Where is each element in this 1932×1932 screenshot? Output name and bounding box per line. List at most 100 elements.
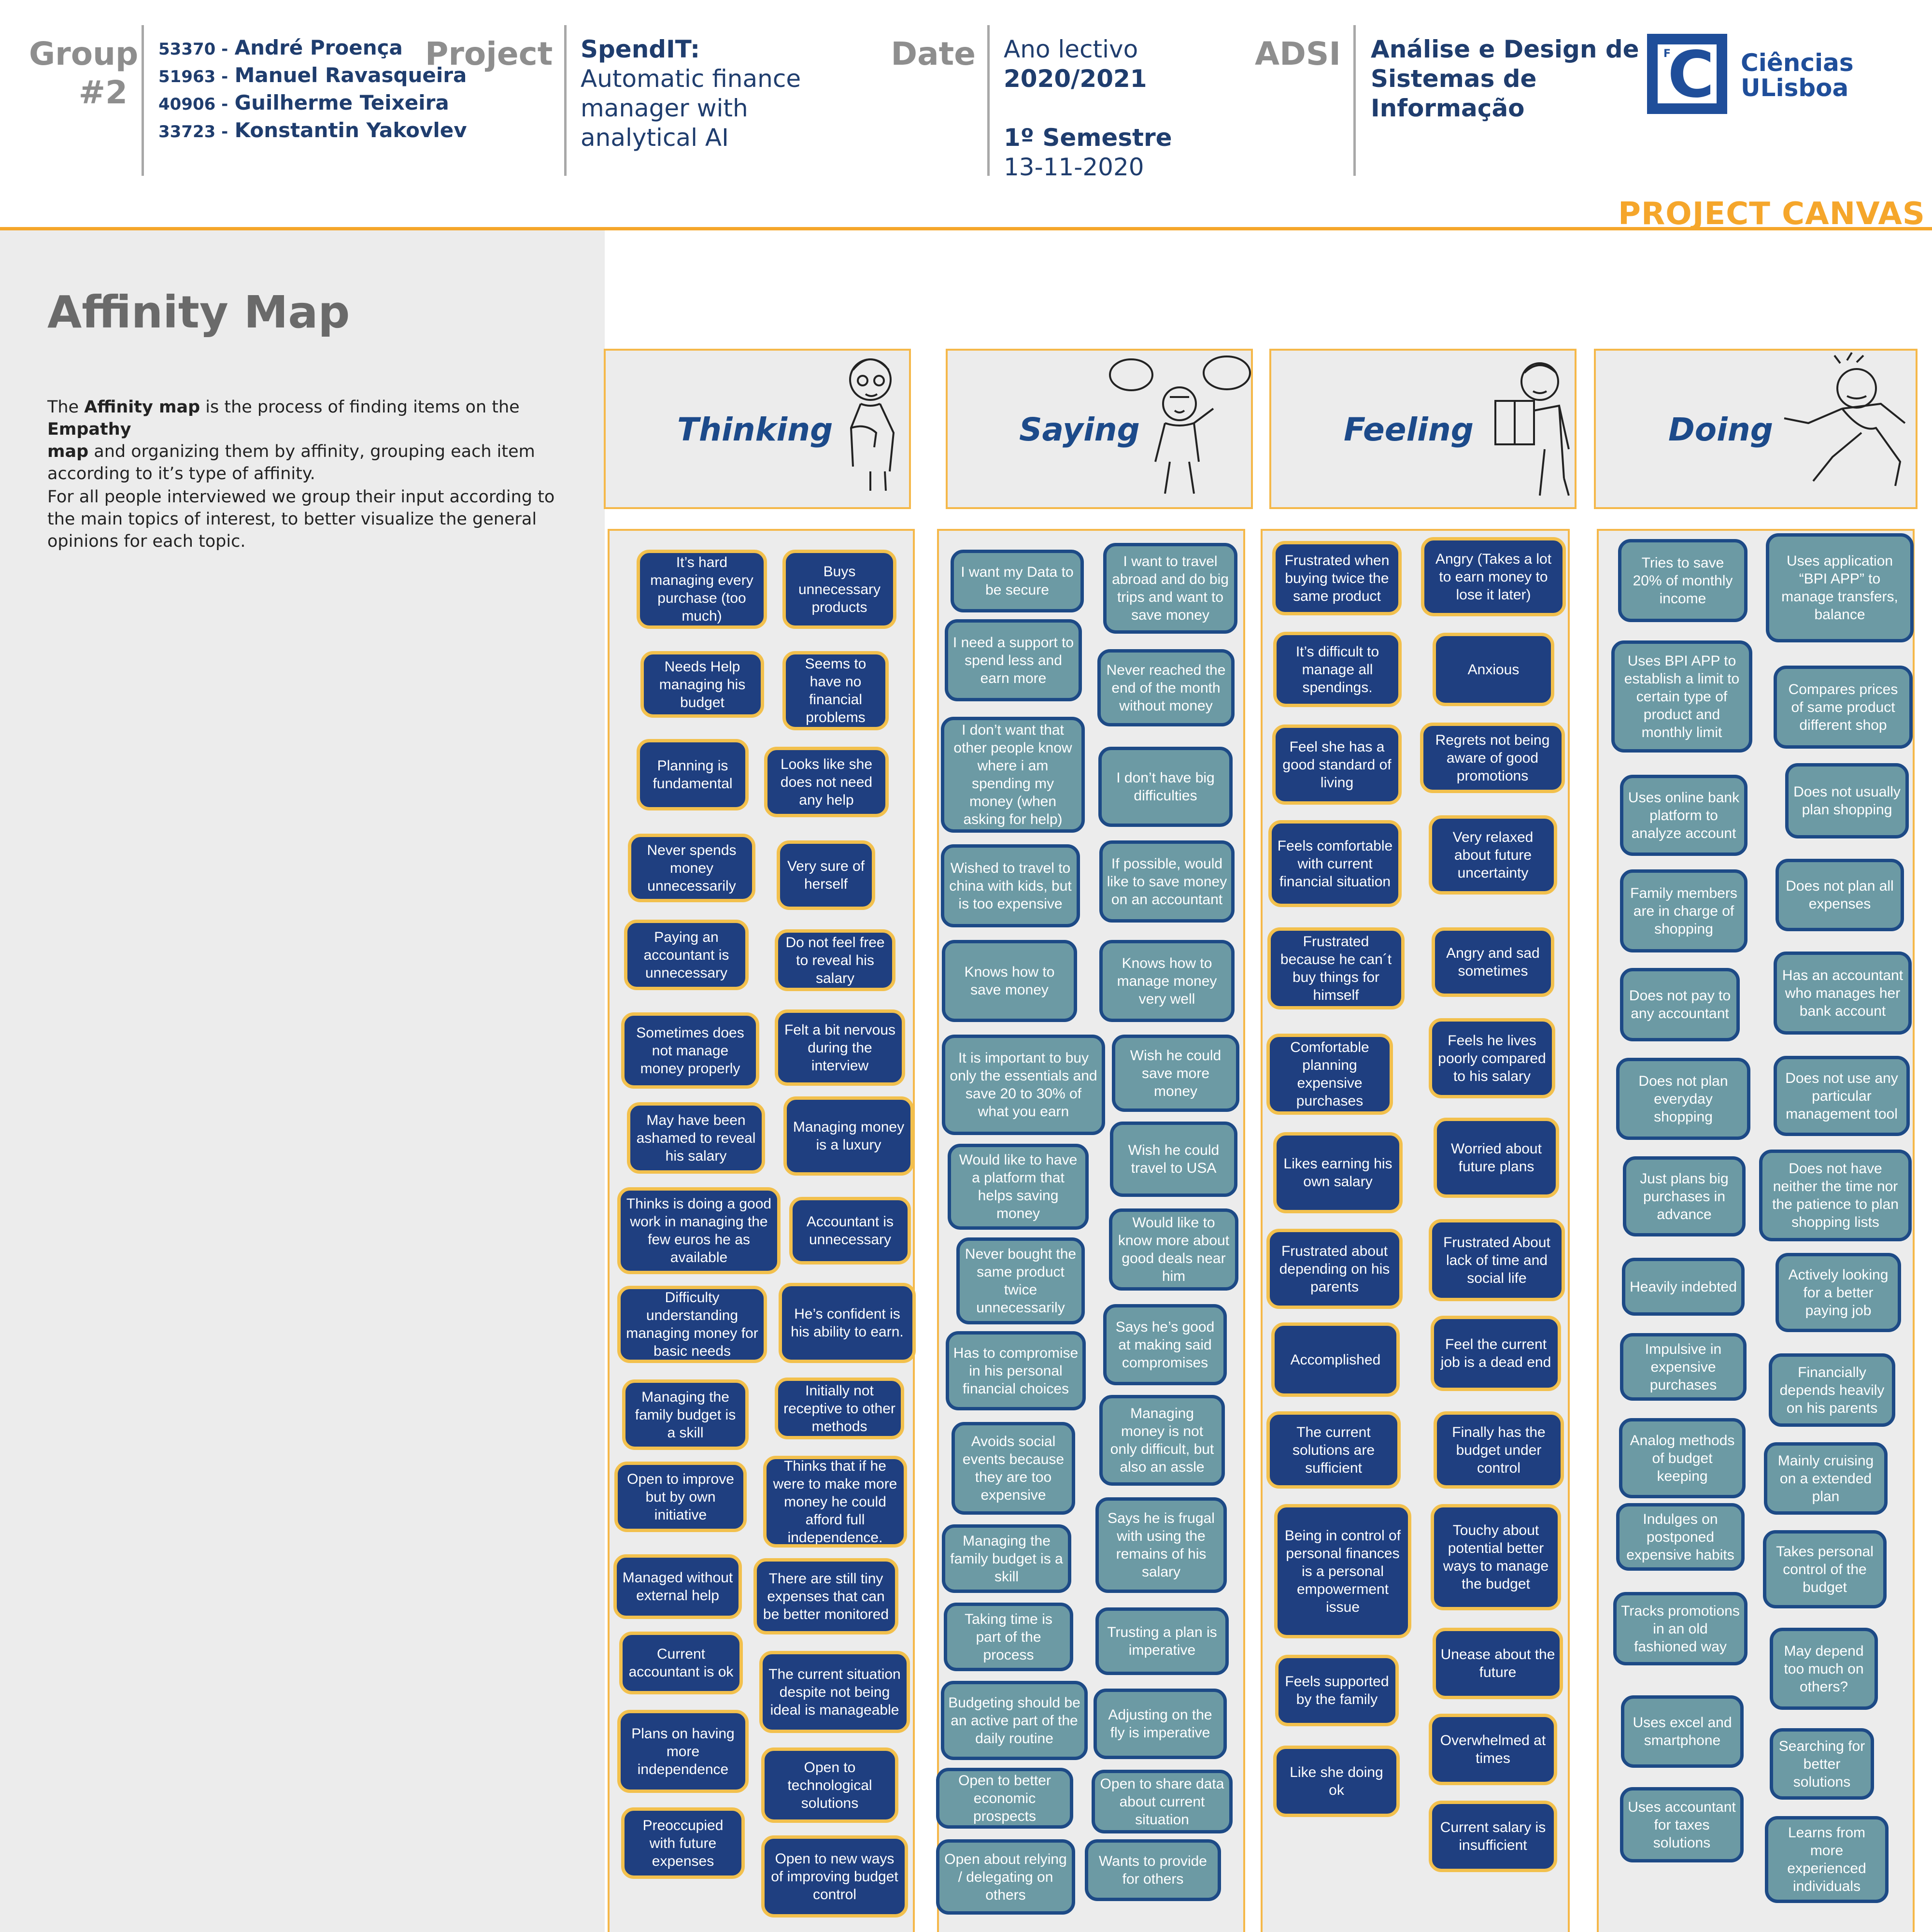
sticky-note: Overwhelmed at times [1429, 1714, 1557, 1785]
sticky-note: Budgeting should be an active part of th… [941, 1681, 1088, 1760]
sticky-note: Does not have neither the time nor the p… [1759, 1150, 1912, 1241]
header-divider [142, 25, 144, 176]
sticky-note: Does not pay to any accountant [1620, 968, 1740, 1041]
sticky-note: Looks like she does not need any help [764, 747, 889, 817]
member-row: 51963 - Manuel Ravasqueira [158, 63, 467, 87]
sticky-note: May have been ashamed to reveal his sala… [627, 1102, 765, 1174]
sticky-note: Heavily indebted [1622, 1258, 1745, 1316]
thinking-figure-icon [849, 358, 895, 491]
sticky-note: Frustrated About lack of time and social… [1429, 1219, 1565, 1301]
sticky-note: I don’t want that other people know wher… [941, 717, 1085, 833]
sticky-note: Managing the family budget is a skill [942, 1524, 1071, 1593]
sticky-note: Does not plan everyday shopping [1616, 1058, 1750, 1140]
project-name: SpendIT: [581, 35, 700, 63]
sticky-note: Like she doing ok [1273, 1746, 1400, 1817]
sticky-note: Initially not receptive to other methods [775, 1378, 904, 1439]
sticky-note: Seems to have no financial problems [782, 651, 889, 730]
sticky-note: Has an accountant who manages her bank a… [1774, 952, 1912, 1035]
sticky-note: Feels he lives poorly compared to his sa… [1429, 1018, 1555, 1098]
sticky-note: Just plans big purchases in advance [1623, 1156, 1746, 1236]
column-title: Doing [1668, 411, 1773, 448]
sticky-note: Feel the current job is a dead end [1431, 1316, 1561, 1391]
sticky-note: Never spends money unnecessarily [628, 834, 755, 902]
column-header-thinking: Thinking [604, 349, 911, 509]
date-info: Ano lectivo 2020/2021 1º Semestre 13-11-… [1004, 35, 1172, 181]
sticky-note: It’s hard managing every purchase (too m… [637, 550, 767, 629]
sticky-note: Frustrated when buying twice the same pr… [1272, 541, 1402, 615]
header-divider [987, 25, 990, 176]
sticky-note: Accountant is unnecessary [789, 1197, 911, 1264]
sticky-note: Learns from more experienced individuals [1765, 1816, 1889, 1903]
sticky-note: Managed without external help [613, 1554, 742, 1619]
sticky-note: Angry (Takes a lot to earn money to lose… [1421, 537, 1566, 616]
course-label: ADSI [1255, 35, 1341, 72]
sticky-note: I want to travel abroad and do big trips… [1103, 543, 1237, 634]
sticky-note: Open to improve but by own initiative [614, 1462, 747, 1532]
sticky-note: Says he’s good at making said compromise… [1103, 1304, 1227, 1385]
sticky-note: Open to new ways of improving budget con… [761, 1835, 908, 1918]
sticky-note: Avoids social events because they are to… [952, 1422, 1075, 1515]
feeling-figure-icon [1494, 362, 1570, 496]
sticky-note: Open to better economic prospects [936, 1768, 1073, 1829]
group-label: Group #2 [29, 35, 139, 111]
sticky-note: Mainly cruising on a extended plan [1764, 1442, 1888, 1515]
sticky-note: Never bought the same product twice unne… [956, 1237, 1085, 1324]
sticky-note: Tries to save 20% of monthly income [1618, 539, 1747, 622]
sticky-note: Current accountant is ok [619, 1632, 743, 1694]
sticky-note: Do not feel free to reveal his salary [775, 929, 895, 991]
sticky-note: If possible, would like to save money on… [1099, 840, 1235, 923]
sticky-note: Unease about the future [1433, 1628, 1563, 1699]
sticky-note: Wants to provide for others [1085, 1839, 1221, 1901]
member-row: 40906 - Guilherme Teixeira [158, 91, 449, 114]
sticky-note: Knows how to manage money very well [1099, 940, 1235, 1022]
university-name: Ciências ULisboa [1741, 49, 1854, 102]
column-header-feeling: Feeling [1269, 349, 1577, 509]
sticky-note: Adjusting on the fly is imperative [1094, 1689, 1227, 1759]
sticky-note: Wished to travel to china with kids, but… [941, 844, 1080, 927]
sticky-note: Difficulty understanding managing money … [617, 1286, 767, 1363]
page-title: Affinity Map [47, 286, 350, 338]
sticky-note: Feels supported by the family [1275, 1655, 1399, 1726]
sticky-note: It is important to buy only the essentia… [942, 1035, 1105, 1135]
sticky-note: Planning is fundamental [637, 739, 749, 810]
sticky-note: Finally has the budget under control [1434, 1411, 1564, 1489]
sticky-note: Feel she has a good standard of living [1272, 724, 1402, 805]
sticky-note: Sometimes does not manage money properly [621, 1012, 759, 1089]
sticky-note: Being in control of personal finances is… [1274, 1504, 1411, 1638]
sticky-note: Uses online bank platform to analyze acc… [1620, 775, 1747, 856]
sticky-note: May depend too much on others? [1770, 1628, 1878, 1710]
column-header-saying: Saying [946, 349, 1253, 509]
sticky-note: Buys unnecessary products [782, 550, 896, 629]
date-label: Date [891, 35, 976, 72]
saying-figure-icon [1109, 355, 1251, 494]
member-row: 33723 - Konstantin Yakovlev [158, 118, 467, 142]
sticky-note: Uses accountant for taxes solutions [1620, 1787, 1744, 1862]
sticky-note: Feels comfortable with current financial… [1268, 820, 1402, 907]
sticky-note: The current solutions are sufficient [1266, 1411, 1401, 1489]
header-divider [564, 25, 567, 176]
sticky-note: Very sure of herself [777, 840, 875, 910]
sticky-note: Plans on having more independence [617, 1710, 749, 1793]
column-title: Thinking [677, 411, 833, 448]
sticky-note: Frustrated because he can´t buy things f… [1267, 927, 1405, 1009]
member-row: 53370 - André Proença [158, 36, 403, 59]
sticky-note: Paying an accountant is unnecessary [624, 920, 749, 990]
sticky-note: Does not use any particular management t… [1774, 1056, 1910, 1136]
sticky-note: Has to compromise in his personal financ… [946, 1331, 1086, 1410]
sticky-note: Managing money is a luxury [783, 1096, 914, 1176]
sticky-note: Uses excel and smartphone [1621, 1695, 1744, 1768]
sticky-note: Worried about future plans [1434, 1118, 1559, 1198]
sticky-note: Uses application “BPI APP” to manage tra… [1766, 533, 1914, 642]
university-logo-icon: C F [1647, 34, 1727, 114]
sticky-note: Thinks that if he were to make more mone… [763, 1456, 907, 1548]
intro-paragraph: For all people interviewed we group thei… [47, 487, 555, 551]
sticky-note: Tracks promotions in an old fashioned wa… [1613, 1592, 1747, 1665]
sticky-note: Analog methods of budget keeping [1619, 1418, 1746, 1498]
sticky-note: Would like to have a platform that helps… [948, 1144, 1089, 1230]
sticky-note: He’s confident is his ability to earn. [779, 1283, 916, 1363]
sticky-note: There are still tiny expenses that can b… [753, 1558, 898, 1634]
sticky-note: I need a support to spend less and earn … [945, 619, 1082, 701]
sticky-note: Managing money is not only difficult, bu… [1099, 1395, 1225, 1486]
doing-figure-icon [1784, 352, 1906, 486]
sticky-note: Family members are in charge of shopping [1620, 869, 1747, 952]
